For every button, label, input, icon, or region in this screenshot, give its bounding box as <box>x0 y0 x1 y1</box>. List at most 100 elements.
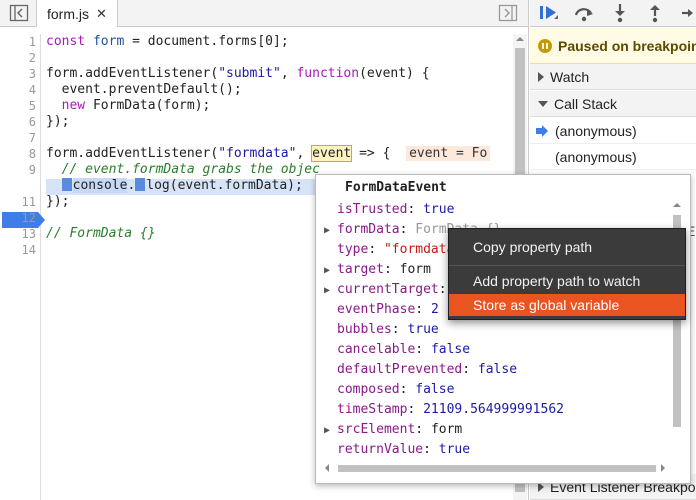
tab-label: form.js <box>47 5 89 22</box>
continue-marker-icon <box>61 178 72 191</box>
property-key: returnValue <box>337 442 424 457</box>
object-preview-popover[interactable]: FormDataEvent isTrusted: true ▶ formData: … <box>315 174 691 484</box>
call-frame-item[interactable]: (anonymous) <box>530 144 696 170</box>
code-line[interactable]: }); <box>46 194 69 210</box>
property-value: form <box>430 422 463 437</box>
code-token: (event) { <box>359 66 430 81</box>
property-row[interactable]: eventPhase: 2 <box>324 301 439 319</box>
code-token: , <box>280 66 297 81</box>
code-token: . <box>127 178 136 193</box>
property-separator: : <box>368 242 384 257</box>
pause-icon <box>538 38 552 53</box>
property-key: isTrusted <box>337 202 408 217</box>
property-value: false <box>430 342 471 357</box>
expand-triangle-icon[interactable]: ▶ <box>324 282 337 300</box>
property-separator: : <box>399 382 416 397</box>
line-number[interactable]: 5 <box>0 98 36 114</box>
code-token: form.addEventListener( <box>46 146 219 161</box>
line-number[interactable]: 2 <box>0 50 36 66</box>
code-line[interactable]: // event.formData grabs the objec <box>46 162 320 178</box>
popover-title: FormDataEvent <box>345 180 447 195</box>
property-row[interactable]: composed: false <box>324 381 454 399</box>
line-number[interactable]: 13 <box>0 226 36 242</box>
line-number[interactable]: 6 <box>0 114 36 130</box>
menu-separator <box>449 265 685 266</box>
property-value: true <box>423 202 455 217</box>
code-line[interactable]: const form = document.forms[0]; <box>46 34 289 50</box>
step-over-icon[interactable] <box>573 3 595 23</box>
context-menu: Copy property path Add property path to … <box>448 228 686 320</box>
line-number[interactable]: 3 <box>0 66 36 82</box>
popover-horizontal-scrollbar[interactable] <box>320 461 672 475</box>
code-line[interactable]: form.addEventListener("formdata", event … <box>46 145 491 162</box>
code-line[interactable]: event.preventDefault(); <box>46 82 242 98</box>
line-number[interactable]: 9 <box>0 162 36 178</box>
code-line[interactable]: }); <box>46 114 69 130</box>
code-token: }); <box>46 114 70 129</box>
code-line[interactable]: console. log(event.formData); <box>46 178 303 194</box>
property-key: composed <box>337 382 400 397</box>
step-into-icon[interactable] <box>609 3 631 23</box>
property-row[interactable]: ▶ target: form <box>324 261 431 279</box>
property-value: false <box>477 362 518 377</box>
line-number[interactable]: 10 <box>0 178 36 194</box>
scroll-left-arrow-icon[interactable] <box>322 461 332 475</box>
property-key: eventPhase <box>337 302 416 317</box>
line-number-gutter[interactable]: 1 2 3 4 5 6 7 8 9 10 11 12 13 14 <box>0 34 45 500</box>
call-stack-section-header[interactable]: Call Stack <box>530 91 696 117</box>
property-row[interactable]: defaultPrevented: false <box>324 361 517 379</box>
property-row[interactable]: bubbles: true <box>324 321 439 339</box>
line-number[interactable]: 11 <box>0 194 36 210</box>
property-separator: : <box>415 342 431 357</box>
resume-icon[interactable] <box>538 3 560 23</box>
expand-triangle-icon[interactable]: ▶ <box>324 222 337 240</box>
toggle-navigator-icon[interactable] <box>9 4 29 22</box>
property-key: target <box>337 262 384 277</box>
step-out-icon[interactable] <box>644 3 666 23</box>
close-icon[interactable]: ✕ <box>96 6 107 22</box>
inline-value-badge: event = Fo <box>406 146 491 161</box>
property-row[interactable]: isTrusted: true <box>324 201 454 219</box>
line-number[interactable]: 7 <box>0 130 36 146</box>
line-number[interactable]: 1 <box>0 34 36 50</box>
step-icon[interactable] <box>680 3 696 23</box>
paused-status: Paused on breakpoint <box>558 37 696 54</box>
menu-item-add-property-path-to-watch[interactable]: Add property path to watch <box>449 270 685 292</box>
code-token: , <box>296 146 313 161</box>
property-separator: : <box>407 402 424 417</box>
scroll-right-arrow-icon[interactable] <box>658 461 668 475</box>
menu-item-store-as-global-variable[interactable]: Store as global variable <box>449 294 685 316</box>
tab-form-js[interactable]: form.js ✕ <box>36 0 118 27</box>
watch-section-header[interactable]: Watch <box>530 64 696 90</box>
property-row[interactable]: cancelable: false <box>324 341 470 359</box>
call-stack-label: Call Stack <box>554 95 618 112</box>
toggle-debugger-icon[interactable] <box>498 4 518 22</box>
property-row[interactable]: ▶ srcElement: form <box>324 421 462 439</box>
property-row[interactable]: returnValue: true <box>324 441 470 459</box>
scrollbar-thumb[interactable] <box>338 465 656 472</box>
property-key: type <box>337 242 369 257</box>
call-frame-item[interactable]: (anonymous) <box>530 118 696 144</box>
code-line[interactable]: new FormData(form); <box>46 98 211 114</box>
menu-item-copy-property-path[interactable]: Copy property path <box>449 236 685 258</box>
property-value: true <box>407 322 439 337</box>
scroll-up-arrow-icon[interactable] <box>670 200 684 210</box>
editor-tab-bar: form.js ✕ <box>0 0 528 27</box>
code-token: form <box>92 34 125 49</box>
scroll-up-arrow-icon[interactable] <box>515 34 525 44</box>
expand-triangle-icon[interactable]: ▶ <box>324 262 337 280</box>
code-line[interactable]: // FormData {} <box>46 226 156 242</box>
line-number[interactable]: 12 <box>0 210 36 226</box>
property-value: form <box>399 262 431 277</box>
line-number[interactable]: 14 <box>0 242 36 258</box>
code-token: log(event.formData); <box>146 178 303 193</box>
property-row[interactable]: timeStamp: 21109.564999991562 <box>324 401 564 419</box>
property-value: 21109.564999991562 <box>423 402 564 417</box>
line-number[interactable]: 8 <box>0 146 36 162</box>
line-number[interactable]: 4 <box>0 82 36 98</box>
code-line[interactable]: form.addEventListener("submit", function… <box>46 66 430 82</box>
property-row[interactable]: type: "formdata" <box>324 241 462 259</box>
code-token: event.preventDefault(); <box>46 82 242 97</box>
expand-triangle-icon[interactable]: ▶ <box>324 422 337 440</box>
property-separator: : <box>423 442 439 457</box>
